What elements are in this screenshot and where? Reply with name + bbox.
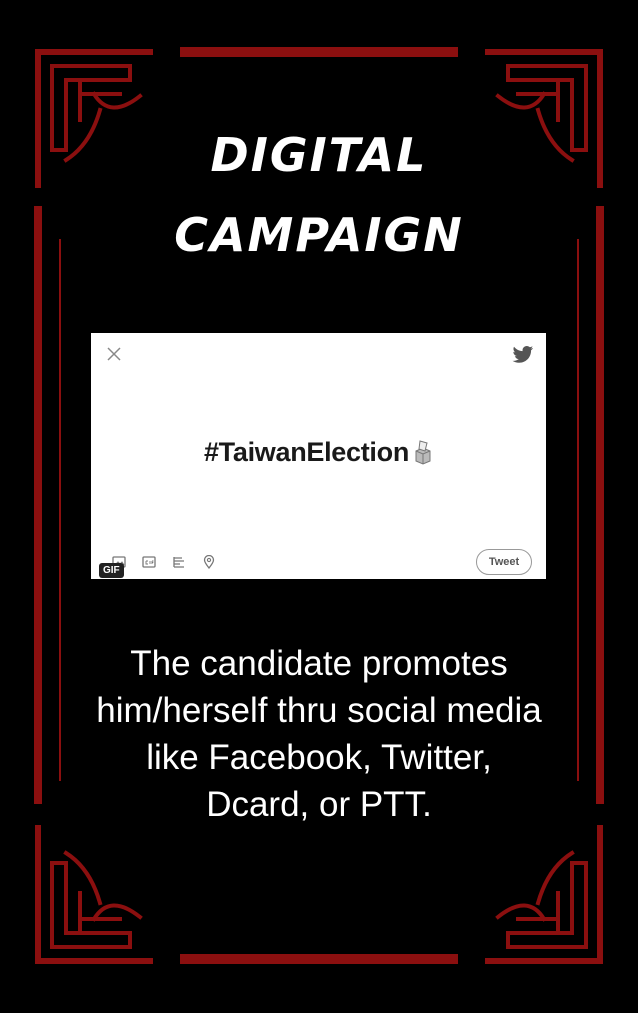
poll-icon[interactable] — [171, 555, 187, 569]
close-icon[interactable] — [105, 345, 123, 363]
gif-icon[interactable] — [141, 555, 157, 569]
description-text: The candidate promotes him/herself thru … — [40, 640, 598, 828]
hashtag-label: #TaiwanElection — [203, 437, 410, 467]
location-icon[interactable] — [201, 555, 217, 569]
hashtag-text: #TaiwanElection — [91, 437, 546, 468]
description-line-3: like Facebook, Twitter, — [146, 738, 492, 777]
description-line-4: Dcard, or PTT. — [206, 785, 432, 824]
gif-badge: GIF — [99, 563, 124, 578]
ballot-box-icon — [415, 440, 431, 465]
page-title-line-2: CAMPAIGN — [174, 208, 464, 262]
tweet-button[interactable]: Tweet — [476, 549, 532, 575]
description-line-2: him/herself thru social media — [96, 691, 542, 730]
compose-toolbar — [111, 555, 217, 569]
tweet-compose-card: #TaiwanElection GIF Tweet — [91, 333, 546, 579]
page-title-line-1: DIGITAL — [210, 128, 428, 182]
description-line-1: The candidate promotes — [130, 644, 508, 683]
twitter-bird-icon — [512, 346, 534, 363]
